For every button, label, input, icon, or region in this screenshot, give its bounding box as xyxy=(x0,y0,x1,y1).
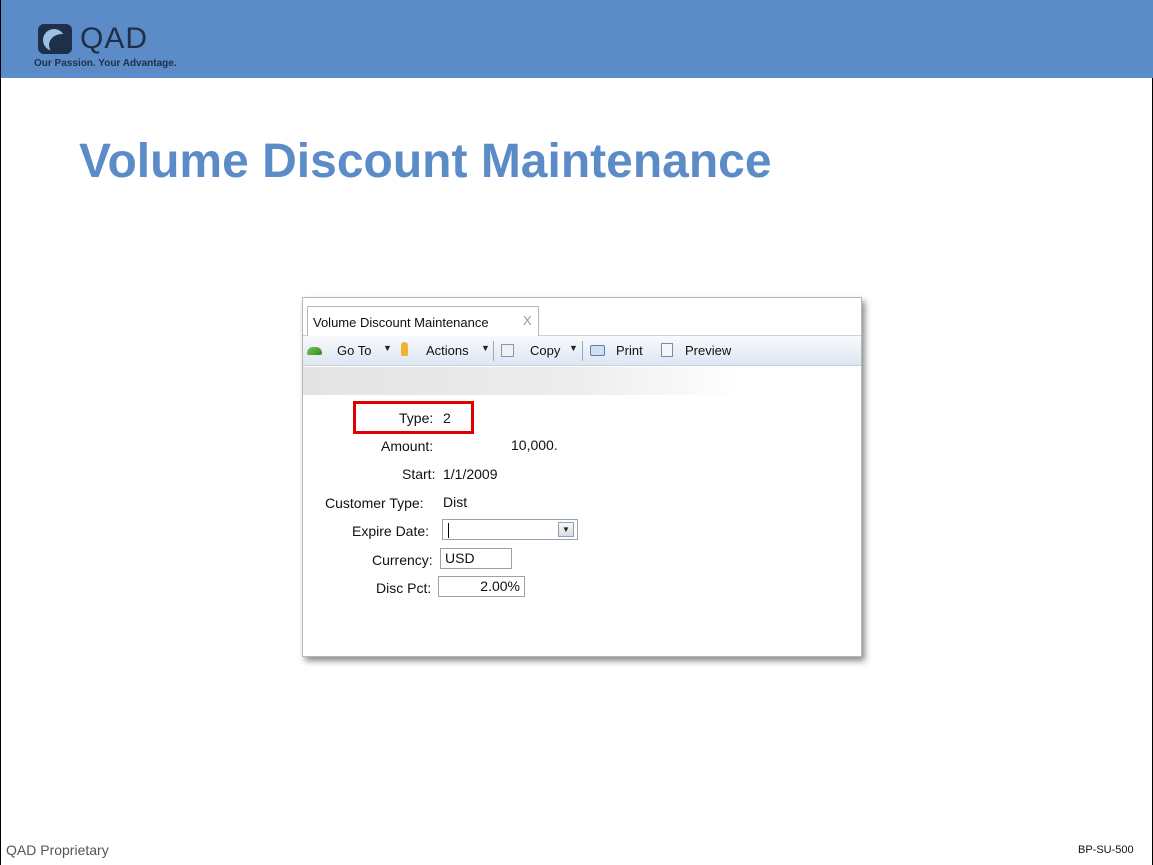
footer-doc-code: BP-SU-500 xyxy=(1078,844,1134,856)
toolbar-separator xyxy=(493,341,494,361)
logo-text: QAD xyxy=(80,22,149,55)
tab-volume-discount-maintenance[interactable]: Volume Discount Maintenance X xyxy=(307,306,539,336)
goto-icon xyxy=(307,347,322,355)
qad-globe-logo-icon xyxy=(38,24,72,54)
expire-date-label: Expire Date: xyxy=(352,523,430,539)
preview-icon xyxy=(661,343,673,357)
disc-pct-label: Disc Pct: xyxy=(376,580,432,596)
goto-dropdown-icon[interactable]: ▼ xyxy=(383,343,392,353)
tab-label: Volume Discount Maintenance xyxy=(313,315,489,330)
customer-type-value: Dist xyxy=(443,494,468,510)
amount-label: Amount: xyxy=(381,438,434,454)
goto-button[interactable]: Go To xyxy=(337,343,371,358)
expire-date-field[interactable]: ▼ xyxy=(442,519,578,540)
close-tab-icon[interactable]: X xyxy=(523,313,532,328)
start-label: Start: xyxy=(402,466,436,482)
type-highlight-box xyxy=(353,401,474,434)
start-value: 1/1/2009 xyxy=(443,466,498,482)
currency-label: Currency: xyxy=(372,552,433,568)
actions-icon xyxy=(401,342,408,356)
slide: QAD Our Passion. Your Advantage. Volume … xyxy=(0,0,1153,865)
footer-proprietary: QAD Proprietary xyxy=(6,842,109,858)
form-header-bar xyxy=(303,367,743,395)
text-cursor xyxy=(448,523,449,538)
amount-value: 10,000. xyxy=(511,437,558,453)
toolbar-separator xyxy=(582,341,583,361)
currency-field[interactable]: USD xyxy=(440,548,512,569)
tab-strip: Volume Discount Maintenance X xyxy=(303,298,861,336)
printer-icon xyxy=(590,345,605,356)
print-button[interactable]: Print xyxy=(616,343,643,358)
app-window: Volume Discount Maintenance X Go To ▼ Ac… xyxy=(302,297,862,657)
currency-value: USD xyxy=(445,550,475,566)
page-title: Volume Discount Maintenance xyxy=(79,135,772,188)
header-bar: QAD Our Passion. Your Advantage. xyxy=(1,0,1153,78)
copy-icon xyxy=(501,344,514,357)
customer-type-label: Customer Type: xyxy=(325,495,424,511)
actions-dropdown-icon[interactable]: ▼ xyxy=(481,343,490,353)
copy-button[interactable]: Copy xyxy=(530,343,560,358)
toolbar: Go To ▼ Actions ▼ Copy ▼ Print Preview xyxy=(303,336,861,366)
chevron-down-icon[interactable]: ▼ xyxy=(558,522,574,537)
disc-pct-field[interactable]: 2.00% xyxy=(438,576,525,597)
preview-button[interactable]: Preview xyxy=(685,343,731,358)
actions-button[interactable]: Actions xyxy=(426,343,469,358)
logo-tagline: Our Passion. Your Advantage. xyxy=(34,58,177,69)
copy-dropdown-icon[interactable]: ▼ xyxy=(569,343,578,353)
disc-pct-value: 2.00% xyxy=(480,578,520,594)
